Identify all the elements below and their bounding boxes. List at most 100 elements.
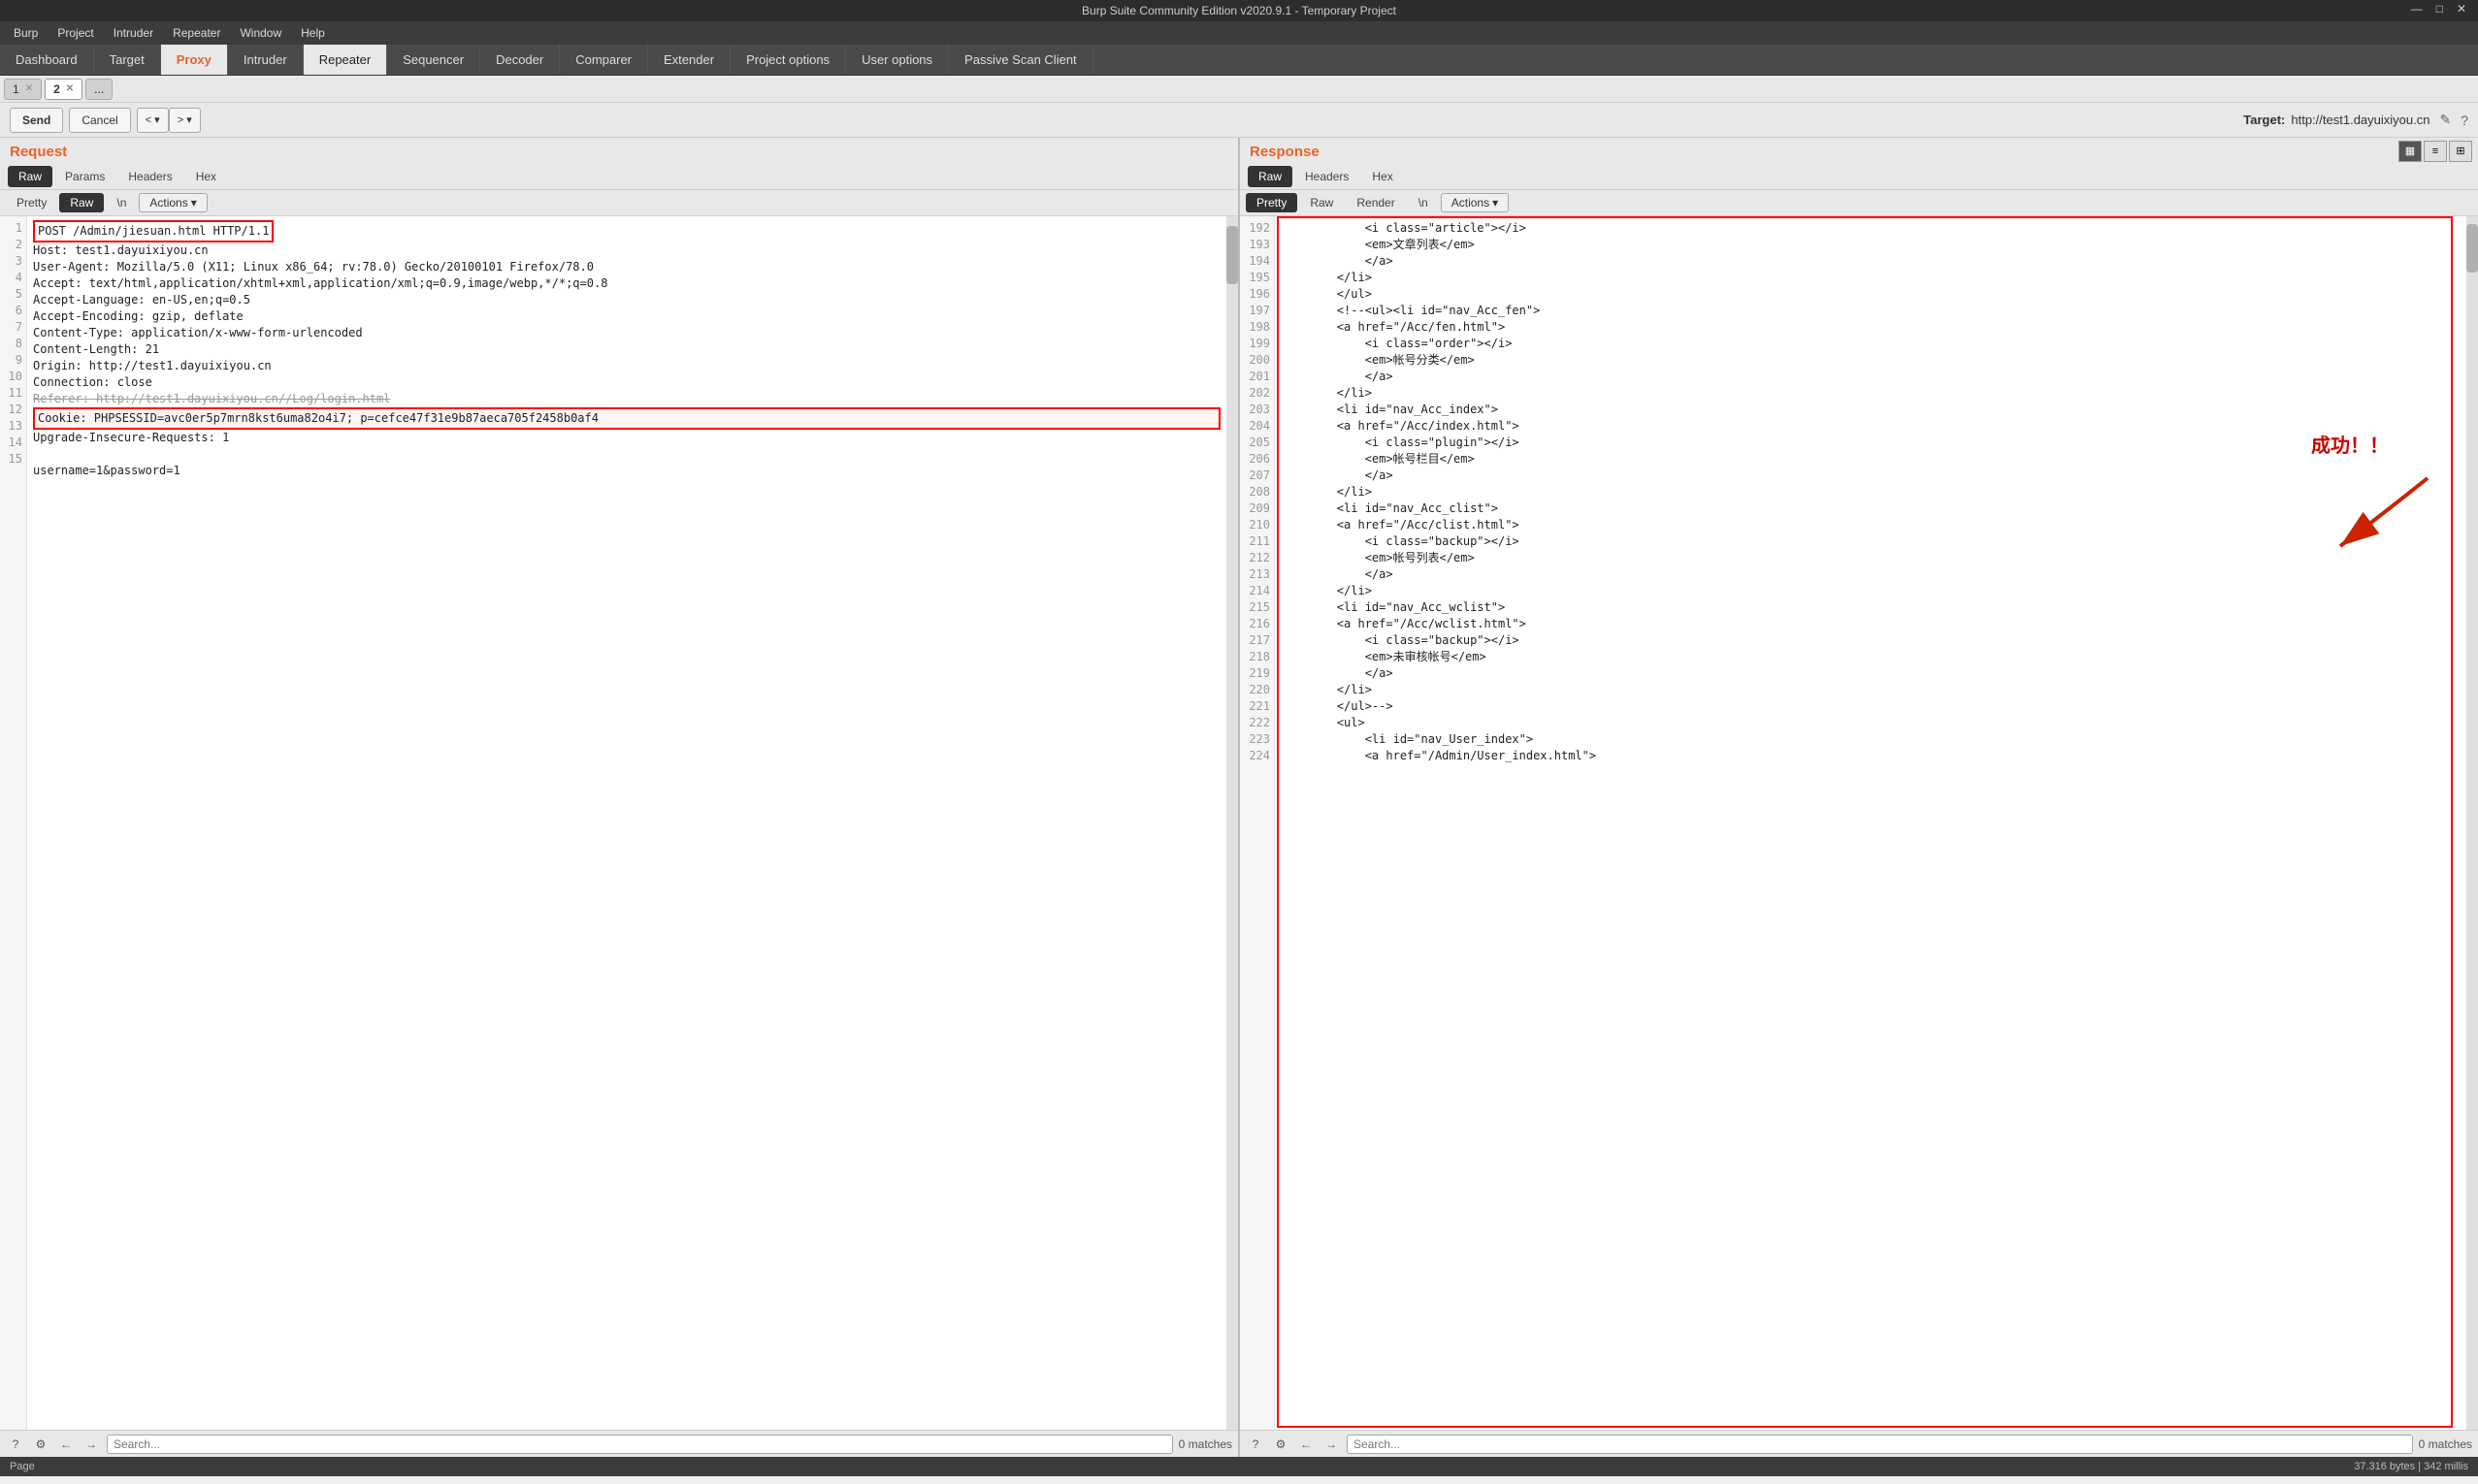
menu-window[interactable]: Window (230, 24, 291, 42)
response-settings-btn[interactable]: ⚙ (1271, 1435, 1290, 1454)
tab-intruder[interactable]: Intruder (228, 45, 304, 75)
response-help-btn[interactable]: ? (1246, 1435, 1265, 1454)
status-left: Page (10, 1461, 35, 1472)
view-toggle-grid[interactable]: ⊞ (2449, 141, 2472, 162)
request-code-content[interactable]: POST /Admin/jiesuan.html HTTP/1.1Host: t… (27, 216, 1226, 1430)
target-url: http://test1.dayuixiyou.cn (2291, 113, 2429, 127)
request-search-input[interactable] (107, 1435, 1173, 1454)
request-match-count: 0 matches (1179, 1437, 1232, 1451)
tab-comparer[interactable]: Comparer (560, 45, 648, 75)
request-editor-tabs: Pretty Raw \n Actions ▾ (0, 190, 1238, 216)
tab-repeater[interactable]: Repeater (304, 45, 387, 75)
tab-passive-scan[interactable]: Passive Scan Client (949, 45, 1093, 75)
response-actions-chevron: ▾ (1492, 196, 1498, 210)
response-view-tabs: Raw Headers Hex (1240, 164, 2478, 190)
tab-dashboard[interactable]: Dashboard (0, 45, 94, 75)
request-back-btn[interactable]: ← (56, 1435, 76, 1454)
response-tab-raw[interactable]: Raw (1248, 166, 1292, 187)
sub-tab-1-close[interactable]: ✕ (25, 83, 33, 94)
request-tab-params[interactable]: Params (54, 166, 115, 187)
request-editor-pretty[interactable]: Pretty (6, 193, 57, 212)
tab-extender[interactable]: Extender (648, 45, 731, 75)
sub-tab-2[interactable]: 2 ✕ (45, 79, 82, 100)
target-info: Target: http://test1.dayuixiyou.cn ✎ ? (2243, 112, 2468, 128)
sub-tab-bar: 1 ✕ 2 ✕ ... (0, 76, 2478, 103)
tab-decoder[interactable]: Decoder (480, 45, 560, 75)
menu-project[interactable]: Project (48, 24, 103, 42)
help-icon[interactable]: ? (2461, 113, 2468, 128)
edit-icon[interactable]: ✎ (2439, 112, 2451, 128)
response-forward-btn[interactable]: → (1321, 1435, 1341, 1454)
window-controls[interactable]: — □ ✕ (2407, 2, 2470, 16)
content-area: Request Raw Params Headers Hex Pretty Ra… (0, 138, 2478, 1457)
response-back-btn[interactable]: ← (1296, 1435, 1316, 1454)
response-editor-tabs: Pretty Raw Render \n Actions ▾ (1240, 190, 2478, 216)
request-editor-raw[interactable]: Raw (59, 193, 104, 212)
response-scrollbar-track[interactable] (2466, 216, 2478, 1430)
response-editor-newline[interactable]: \n (1408, 193, 1439, 212)
menu-burp[interactable]: Burp (4, 24, 48, 42)
response-editor-render[interactable]: Render (1346, 193, 1405, 212)
tab-target[interactable]: Target (94, 45, 161, 75)
response-actions-label: Actions (1451, 196, 1489, 210)
tab-proxy[interactable]: Proxy (161, 45, 228, 75)
response-panel-title: Response (1240, 138, 1329, 164)
request-editor-newline[interactable]: \n (106, 193, 137, 212)
main-tab-bar: Dashboard Target Proxy Intruder Repeater… (0, 45, 2478, 76)
response-line-numbers: 1921931941951961971981992002012022032042… (1240, 216, 1275, 1430)
request-line-numbers: 123456789101112131415 (0, 216, 27, 1430)
menu-repeater[interactable]: Repeater (163, 24, 230, 42)
view-toggles: ▦ ≡ ⊞ (2393, 139, 2478, 164)
response-bottom-bar: ? ⚙ ← → 0 matches (1240, 1430, 2478, 1457)
toolbar: Send Cancel < ▾ > ▾ Target: http://test1… (0, 103, 2478, 138)
menu-intruder[interactable]: Intruder (104, 24, 163, 42)
view-toggle-list[interactable]: ≡ (2424, 141, 2447, 162)
request-actions-dropdown[interactable]: Actions ▾ (139, 193, 207, 212)
menu-help[interactable]: Help (291, 24, 335, 42)
close-btn[interactable]: ✕ (2453, 2, 2470, 16)
response-code-content[interactable]: <i class="article"></i> <em>文章列表</em> </… (1275, 216, 2466, 768)
request-code-wrapper: 123456789101112131415 POST /Admin/jiesua… (0, 216, 1238, 1430)
sub-tab-2-close[interactable]: ✕ (66, 83, 74, 94)
request-settings-btn[interactable]: ⚙ (31, 1435, 50, 1454)
request-actions-chevron: ▾ (191, 196, 197, 210)
request-tab-headers[interactable]: Headers (117, 166, 182, 187)
minimize-btn[interactable]: — (2407, 2, 2427, 16)
request-actions-label: Actions (149, 196, 187, 210)
request-scrollbar-track[interactable] (1226, 216, 1238, 1430)
request-tab-hex[interactable]: Hex (185, 166, 227, 187)
tab-project-options[interactable]: Project options (731, 45, 846, 75)
tab-sequencer[interactable]: Sequencer (387, 45, 480, 75)
request-tab-raw[interactable]: Raw (8, 166, 52, 187)
response-editor-pretty[interactable]: Pretty (1246, 193, 1297, 212)
nav-forward-button[interactable]: > ▾ (169, 108, 201, 133)
sub-tab-1[interactable]: 1 ✕ (4, 79, 42, 100)
request-help-btn[interactable]: ? (6, 1435, 25, 1454)
response-match-count: 0 matches (2419, 1437, 2472, 1451)
response-tab-hex[interactable]: Hex (1361, 166, 1403, 187)
response-actions-dropdown[interactable]: Actions ▾ (1441, 193, 1509, 212)
send-button[interactable]: Send (10, 108, 63, 133)
cancel-button[interactable]: Cancel (69, 108, 130, 133)
status-right: 37.316 bytes | 342 millis (2354, 1461, 2468, 1472)
maximize-btn[interactable]: □ (2432, 2, 2447, 16)
response-scrollbar-thumb[interactable] (2466, 224, 2478, 273)
toolbar-left: Send Cancel < ▾ > ▾ (10, 108, 201, 133)
nav-back-button[interactable]: < ▾ (137, 108, 169, 133)
arrow-annotation (2321, 468, 2447, 565)
request-forward-btn[interactable]: → (82, 1435, 101, 1454)
response-editor-raw[interactable]: Raw (1299, 193, 1344, 212)
status-bar: Page 37.316 bytes | 342 millis (0, 1457, 2478, 1476)
response-panel: Response ▦ ≡ ⊞ Raw Headers Hex Pretty Ra… (1240, 138, 2478, 1457)
request-view-tabs: Raw Params Headers Hex (0, 164, 1238, 190)
success-annotation: 成功！！ (2311, 430, 2389, 458)
response-search-input[interactable] (1347, 1435, 2413, 1454)
sub-tab-more[interactable]: ... (85, 79, 113, 100)
request-scrollbar-thumb[interactable] (1226, 226, 1238, 284)
target-label: Target: (2243, 113, 2285, 127)
request-panel: Request Raw Params Headers Hex Pretty Ra… (0, 138, 1240, 1457)
response-tab-headers[interactable]: Headers (1294, 166, 1359, 187)
view-toggle-split[interactable]: ▦ (2398, 141, 2422, 162)
tab-user-options[interactable]: User options (846, 45, 949, 75)
request-panel-title: Request (0, 138, 1238, 164)
